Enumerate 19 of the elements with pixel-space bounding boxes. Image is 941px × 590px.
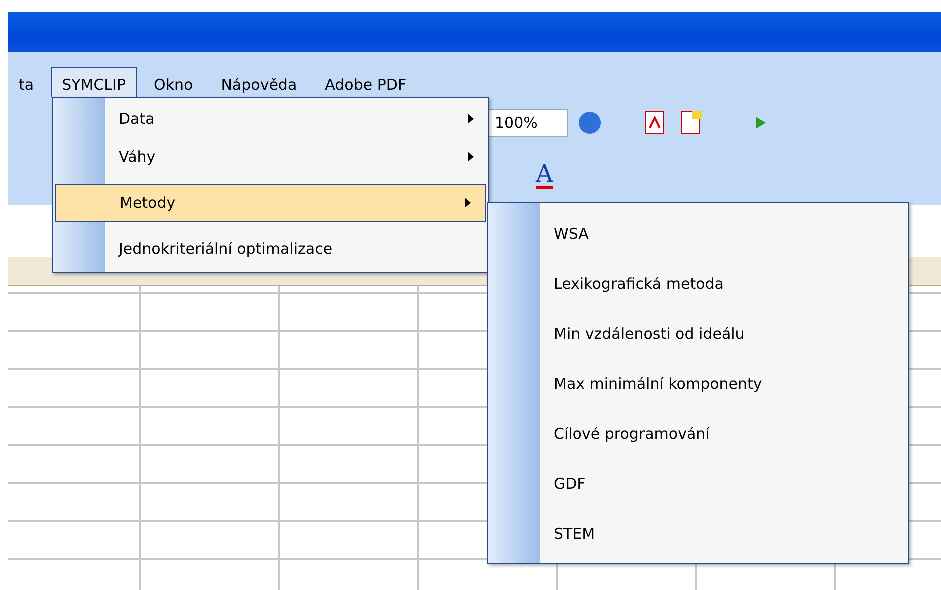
menu-item[interactable]: STEM <box>488 509 908 559</box>
menu-bar-item[interactable]: Nápověda <box>210 67 308 97</box>
play-icon[interactable] <box>754 115 768 131</box>
menu-item[interactable]: Max minimální komponenty <box>488 359 908 409</box>
menu-item[interactable]: WSA <box>488 209 908 259</box>
font-color-button[interactable]: A <box>536 162 554 188</box>
menu-item[interactable]: Lexikografická metoda <box>488 259 908 309</box>
menu-item[interactable]: Cílové programování <box>488 409 908 459</box>
menu-item[interactable]: Jednokriteriální optimalizace <box>53 230 488 268</box>
menu-bar-item[interactable]: SYMCLIP <box>51 67 138 97</box>
menu-bar-item[interactable]: ta <box>8 67 46 97</box>
menu-bar-item[interactable]: Adobe PDF <box>314 67 418 97</box>
menu-item[interactable]: Data <box>53 100 488 138</box>
menu-bar-item[interactable]: Okno <box>143 67 204 97</box>
menu-item[interactable]: Min vzdálenosti od ideálu <box>488 309 908 359</box>
menu-item[interactable]: Metody <box>55 184 486 222</box>
zoom-field[interactable]: 100% <box>488 109 568 137</box>
menu-item[interactable]: GDF <box>488 459 908 509</box>
menu-item[interactable]: Váhy <box>53 138 488 176</box>
